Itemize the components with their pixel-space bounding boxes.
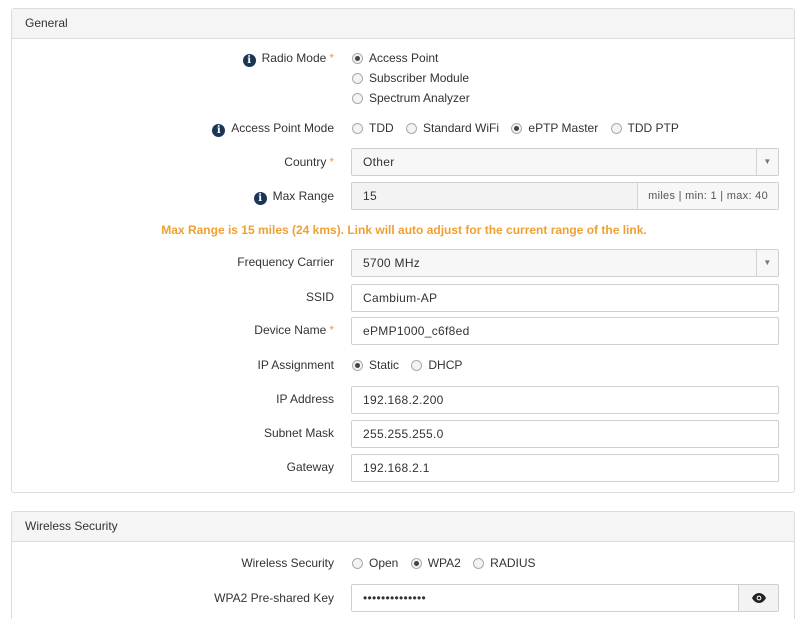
wireless-security-panel: Wireless Security Wireless Security Open… [11,511,795,619]
radio-eptp-master[interactable]: ePTP Master [511,121,598,135]
radio-tdd-ptp[interactable]: TDD PTP [610,121,679,135]
radio-button[interactable] [352,359,363,371]
ap-mode-group: TDD Standard WiFi ePTP Master TDD PTP [352,121,688,137]
frequency-value: 5700 MHz [363,256,421,270]
radio-open[interactable]: Open [352,556,398,570]
eye-icon[interactable] [738,585,778,611]
radio-button[interactable] [352,122,363,134]
radio-button[interactable] [411,359,423,371]
panel-title: Wireless Security [12,512,794,542]
psk-input[interactable]: •••••••••••••• [351,584,779,612]
radio-button[interactable] [410,557,422,569]
max-range-suffix: miles | min: 1 | max: 40 [637,183,778,209]
radio-button[interactable] [352,557,363,569]
radio-radius[interactable]: RADIUS [473,556,536,570]
radio-access-point[interactable]: Access Point [352,51,470,65]
wireless-security-group: Open WPA2 RADIUS [352,556,545,572]
ip-address-input[interactable]: 192.168.2.200 [351,386,779,414]
ap-mode-label: i Access Point Mode [212,121,334,137]
country-select[interactable]: Other ▼ [351,148,779,176]
max-range-input[interactable]: 15 miles | min: 1 | max: 40 [351,182,779,210]
info-icon[interactable]: i [242,54,256,67]
radio-dhcp[interactable]: DHCP [411,358,462,372]
radio-standard-wifi[interactable]: Standard WiFi [406,121,499,135]
max-range-warning: Max Range is 15 miles (24 kms). Link wil… [161,223,647,237]
subnet-mask-input[interactable]: 255.255.255.0 [351,420,779,448]
ip-address-label: IP Address [276,392,334,406]
general-panel: General i Radio Mode * Access Point Subscr… [11,8,795,493]
max-range-value: 15 [363,189,377,203]
wireless-security-label: Wireless Security [241,556,334,570]
radio-subscriber-module[interactable]: Subscriber Module [352,71,470,85]
radio-button[interactable] [511,122,523,134]
country-label: Country * [284,155,334,169]
radio-button[interactable] [352,52,363,64]
device-name-input[interactable]: ePMP1000_c6f8ed [351,317,779,345]
frequency-select[interactable]: 5700 MHz ▼ [351,249,779,277]
chevron-down-icon[interactable]: ▼ [756,149,778,175]
max-range-label: i Max Range [253,189,334,205]
radio-button[interactable] [610,122,622,134]
ssid-input[interactable]: Cambium-AP [351,284,779,312]
radio-button[interactable] [352,92,363,104]
device-name-label: Device Name * [254,323,334,337]
ip-assignment-label: IP Assignment [257,358,335,372]
radio-button[interactable] [473,557,485,569]
chevron-down-icon[interactable]: ▼ [756,250,778,276]
country-value: Other [363,155,395,169]
panel-title: General [12,9,794,39]
radio-mode-label: i Radio Mode * [242,51,334,67]
ip-assignment-group: Static DHCP [352,358,471,374]
gateway-input[interactable]: 192.168.2.1 [351,454,779,482]
ssid-label: SSID [305,290,334,304]
radio-button[interactable] [352,72,363,84]
gateway-label: Gateway [286,460,334,474]
radio-button[interactable] [406,122,418,134]
info-icon[interactable]: i [253,192,267,205]
info-icon[interactable]: i [212,124,226,137]
radio-tdd[interactable]: TDD [352,121,394,135]
psk-value: •••••••••••••• [363,591,427,605]
psk-label: WPA2 Pre-shared Key [214,591,334,605]
subnet-mask-label: Subnet Mask [263,426,334,440]
radio-spectrum-analyzer[interactable]: Spectrum Analyzer [352,91,470,105]
frequency-label: Frequency Carrier [237,255,334,269]
radio-wpa2[interactable]: WPA2 [410,556,461,570]
radio-mode-group: Access Point Subscriber Module Spectrum … [352,51,479,111]
radio-static[interactable]: Static [352,358,399,372]
